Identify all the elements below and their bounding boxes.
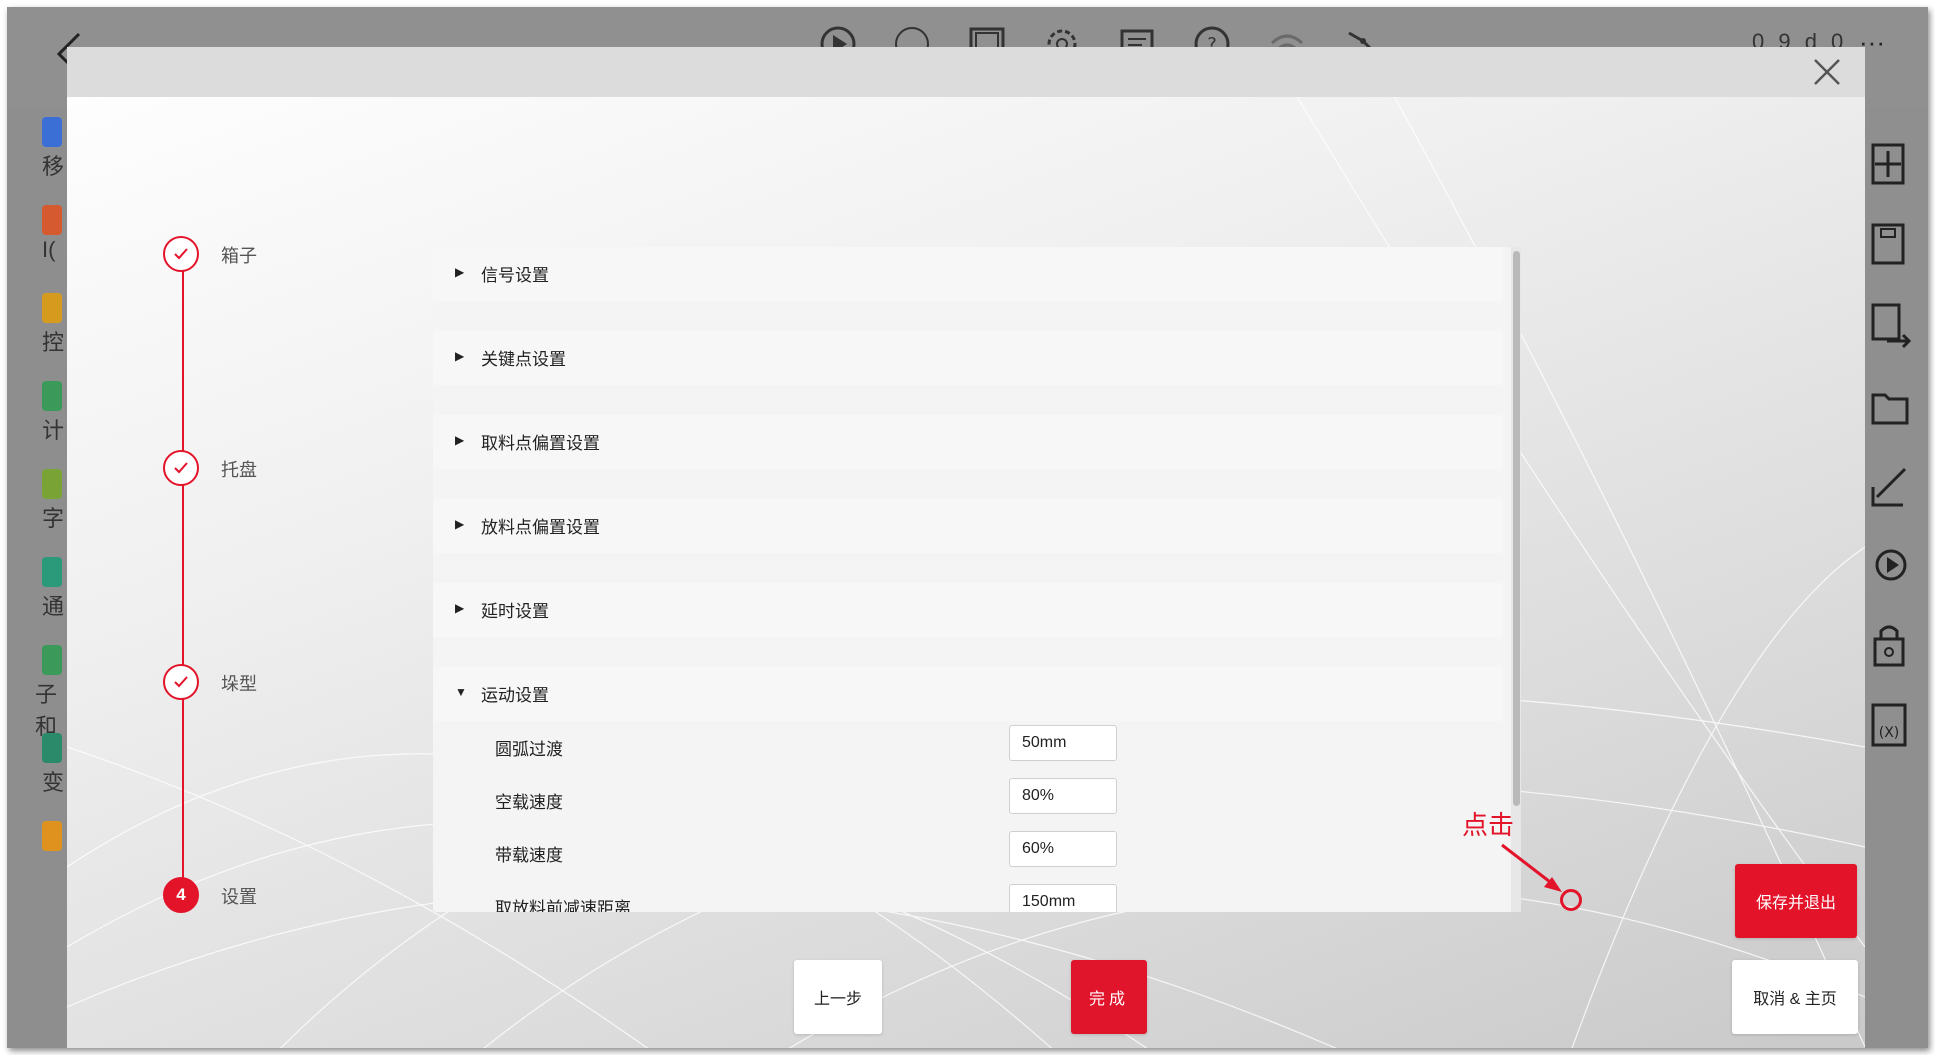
caret-right-icon: ▶ [455,349,465,363]
comm-icon [42,557,62,587]
sidebar-item-string[interactable]: 字 [42,469,68,533]
sidebar-item-label: 子和 [35,682,58,739]
sidebar-item-move[interactable]: 移 [42,117,68,181]
caret-right-icon: ▶ [455,517,465,531]
finish-button[interactable]: 完成 [1071,960,1147,1034]
folder-icon[interactable] [1867,377,1917,433]
panel-scrollbar-thumb[interactable] [1513,251,1520,806]
section-place-offset-settings[interactable]: ▶ 放料点偏置设置 [433,499,1503,553]
add-icon[interactable] [1867,137,1917,193]
section-motion-settings[interactable]: ▼ 运动设置 [433,667,1503,721]
export-icon[interactable] [1867,297,1917,353]
sidebar-item-label: 计 [42,418,65,443]
arc-transition-input[interactable] [1009,725,1117,761]
sidebar-item-label: 通 [42,594,65,619]
setting-label: 取放料前减速距离 [495,899,631,912]
palletizing-wizard-dialog: 箱子 托盘 垛型 4 设置 ▶ 信号设置 ▶ 关键点设置 ▶ 取料点偏置设置 ▶… [67,47,1865,1048]
setting-row-load-speed: 带载速度 [433,831,1503,875]
control-icon [42,293,62,323]
step-done-check-icon [163,664,199,700]
calc-icon [42,381,62,411]
step-box[interactable]: 箱子 [163,236,363,276]
sidebar-item-label: 变 [42,770,65,795]
step-pallet[interactable]: 托盘 [163,450,363,490]
section-title: 信号设置 [481,266,549,285]
setting-label: 带载速度 [495,846,563,865]
variable-fx-icon[interactable]: (X) [1867,697,1917,753]
step-label: 垛型 [221,674,257,694]
section-title: 取料点偏置设置 [481,434,600,453]
move-icon [42,117,62,147]
caret-down-icon: ▼ [455,685,467,699]
section-title: 放料点偏置设置 [481,518,600,537]
debug-icon[interactable] [1867,537,1917,593]
section-signal-settings[interactable]: ▶ 信号设置 [433,247,1503,301]
sidebar-item-control[interactable]: 控 [42,293,68,357]
step-label: 箱子 [221,246,257,266]
close-icon[interactable] [1809,54,1845,90]
sidebar-item-other[interactable] [42,821,68,851]
setting-label: 空载速度 [495,793,563,812]
other-icon [42,821,62,851]
setting-row-idle-speed: 空载速度 [433,778,1503,822]
sidebar-item-comm[interactable]: 通 [42,557,68,621]
idle-speed-input[interactable] [1009,778,1117,814]
caret-right-icon: ▶ [455,265,465,279]
setting-label: 圆弧过渡 [495,740,563,759]
step-stack-pattern[interactable]: 垛型 [163,664,363,704]
decel-distance-input[interactable] [1009,884,1117,912]
variable-icon [42,733,62,763]
lock-icon[interactable] [1867,617,1917,673]
previous-step-button[interactable]: 上一步 [794,960,882,1034]
cancel-home-button[interactable]: 取消 & 主页 [1732,960,1858,1034]
annotation-target-circle [1560,889,1582,911]
stepper-line [182,257,184,897]
sidebar-item-subprogram[interactable]: 子和 [35,645,62,741]
dialog-header [67,47,1865,97]
caret-right-icon: ▶ [455,433,465,447]
caret-right-icon: ▶ [455,601,465,615]
app-window: ? 0 9 d 0 ··· 移 I( 控 计 字 通 子和 变 (X) 箱子 托… [7,7,1928,1048]
sidebar-item-label: I( [42,237,56,262]
sidebar-item-label: 控 [42,330,65,355]
sidebar-item-variable[interactable]: 变 [42,733,68,797]
left-sidebar: 移 I( 控 计 字 通 子和 变 [7,107,67,1048]
sidebar-item-label: 移 [42,154,65,179]
step-done-check-icon [163,450,199,486]
section-title: 延时设置 [481,602,549,621]
sidebar-item-io[interactable]: I( [42,205,68,263]
step-done-check-icon [163,236,199,272]
section-delay-settings[interactable]: ▶ 延时设置 [433,583,1503,637]
section-pick-offset-settings[interactable]: ▶ 取料点偏置设置 [433,415,1503,469]
step-label: 托盘 [221,460,257,480]
io-icon [42,205,62,235]
sidebar-item-label: 字 [42,506,65,531]
string-icon [42,469,62,499]
section-title: 关键点设置 [481,350,566,369]
svg-text:(X): (X) [1879,725,1900,741]
setting-row-arc-transition: 圆弧过渡 [433,725,1503,769]
load-speed-input[interactable] [1009,831,1117,867]
step-settings[interactable]: 4 设置 [163,877,363,917]
section-keypoint-settings[interactable]: ▶ 关键点设置 [433,331,1503,385]
section-title: 运动设置 [481,686,549,705]
step-label: 设置 [221,887,257,907]
save-and-exit-button[interactable]: 保存并退出 [1735,864,1857,938]
settings-panel: ▶ 信号设置 ▶ 关键点设置 ▶ 取料点偏置设置 ▶ 放料点偏置设置 ▶ 延时设… [433,247,1513,912]
subprogram-icon [42,645,62,675]
setting-row-decel-distance: 取放料前减速距离 [433,884,1503,912]
step-number-badge: 4 [163,877,199,913]
sidebar-item-calc[interactable]: 计 [42,381,68,445]
save-icon[interactable] [1867,217,1917,273]
edit-icon[interactable] [1867,457,1917,513]
